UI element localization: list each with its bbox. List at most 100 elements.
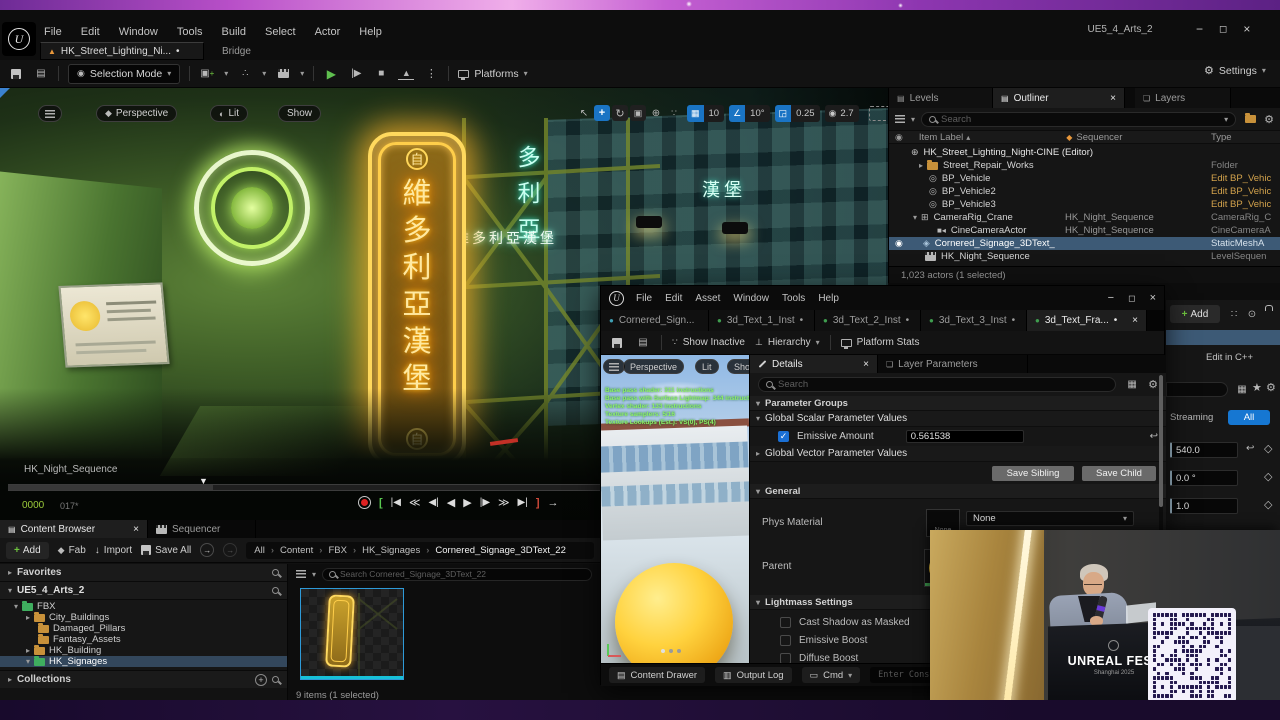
scale-field[interactable]: 1.0	[1170, 498, 1238, 514]
selected-component-row[interactable]	[1166, 330, 1280, 345]
chevron-down-icon[interactable]: ▾	[224, 69, 228, 78]
menu-file[interactable]: File	[44, 26, 62, 38]
settings-dropdown[interactable]: ⚙ Settings▾	[1204, 64, 1266, 77]
keyframe-diamond-icon[interactable]: ◇	[1264, 498, 1272, 511]
move-tool-icon[interactable]: +	[594, 105, 610, 121]
filter-icon[interactable]	[296, 570, 306, 578]
cinematics-icon[interactable]	[275, 66, 291, 82]
tree-item-hk-signages[interactable]: ▾HK_Signages	[0, 656, 287, 667]
tab-cornered-sign[interactable]: ● Cornered_Sign...	[601, 310, 709, 331]
gear-icon[interactable]: ⚙	[1264, 113, 1274, 126]
search-icon[interactable]	[272, 587, 279, 594]
save-icon[interactable]	[609, 335, 625, 351]
play-button[interactable]: ▶	[323, 66, 339, 82]
playhead[interactable]: ▼	[199, 476, 208, 486]
search-icon[interactable]	[272, 569, 279, 576]
section-global-vector[interactable]: ▸Global Vector Parameter Values	[750, 446, 1166, 462]
preview-options-menu[interactable]	[603, 359, 625, 374]
mat-titlebar[interactable]: U File Edit Asset Window Tools Help − ◻ …	[601, 286, 1164, 310]
outliner-row-selected[interactable]: ◉ ◈ Cornered_Signage_3DText_ StaticMeshA	[889, 237, 1280, 250]
preview-show-button[interactable]: Sho	[727, 359, 749, 374]
tree-item-damaged-pillars[interactable]: Damaged_Pillars	[0, 623, 287, 634]
prev-key-button[interactable]: ≪	[409, 496, 421, 509]
outliner-row-bp3[interactable]: ◎ BP_Vehicle3 Edit BP_Vehic	[889, 198, 1280, 211]
chevron-down-icon[interactable]: ▾	[262, 69, 266, 78]
cmd-dropdown[interactable]: ▭ Cmd▾	[802, 667, 861, 683]
cb-search-input[interactable]: Search Cornered_Signage_3DText_22	[322, 568, 592, 581]
tab-details[interactable]: Details ×	[750, 355, 878, 373]
outliner-header[interactable]: ◉ Item Label▴ ◆ Sequencer Type	[889, 130, 1280, 144]
menu-window[interactable]: Window	[733, 293, 769, 304]
record-button[interactable]	[358, 496, 371, 509]
next-key-button[interactable]: ≫	[498, 496, 510, 509]
platform-stats-button[interactable]: Platform Stats	[841, 337, 920, 348]
menu-tools[interactable]: Tools	[782, 293, 805, 304]
step-forward-button[interactable]: |▶	[480, 497, 490, 508]
level-tab[interactable]: ▲ HK_Street_Lighting_Ni...•	[40, 42, 204, 60]
grid-view-icon[interactable]: ▦	[1124, 377, 1140, 393]
outliner-row-sequence[interactable]: HK_Night_Sequence LevelSequen	[889, 250, 1280, 263]
outliner-row-bp1[interactable]: ◎ BP_Vehicle Edit BP_Vehic	[889, 172, 1280, 185]
menu-edit[interactable]: Edit	[81, 26, 100, 38]
outliner-row-folder[interactable]: ▸ Street_Repair_Works Folder	[889, 159, 1280, 172]
tab-sequencer[interactable]: Sequencer	[148, 520, 256, 538]
platforms-dropdown[interactable]: Platforms▾	[458, 68, 527, 80]
skip-button[interactable]: |▶	[348, 66, 364, 82]
menu-window[interactable]: Window	[119, 26, 158, 38]
checkbox[interactable]	[780, 617, 791, 628]
edit-in-cpp-link[interactable]: Edit in C++	[1206, 352, 1253, 363]
browse-icon[interactable]: ▤	[635, 335, 651, 351]
play-options-icon[interactable]: ⋮	[423, 66, 439, 82]
add-component-button[interactable]: +Add	[1170, 305, 1220, 323]
gear-icon[interactable]: ⚙	[1266, 381, 1276, 394]
nav-forward-button[interactable]: →	[223, 543, 237, 557]
menu-asset[interactable]: Asset	[695, 293, 720, 304]
bridge-tab[interactable]: Bridge	[214, 42, 259, 60]
scale-tool-icon[interactable]: ▣	[630, 105, 646, 121]
save-icon[interactable]	[8, 66, 24, 82]
mat-preview-viewport[interactable]: Perspective Lit Sho Base pass shader: 31…	[601, 355, 749, 663]
outliner-row-camerarig[interactable]: ▾ ⊞ CameraRig_Crane HK_Night_Sequence Ca…	[889, 211, 1280, 224]
save-child-button[interactable]: Save Child	[1082, 466, 1156, 481]
nav-back-button[interactable]: →	[200, 543, 214, 557]
breadcrumb[interactable]: All› Content› FBX› HK_Signages› Cornered…	[246, 542, 594, 559]
menu-help[interactable]: Help	[359, 26, 382, 38]
scale-snap-toggle[interactable]: ◲ 0.25	[775, 105, 820, 122]
output-log-button[interactable]: ▥ Output Log	[715, 667, 792, 683]
outliner-row-cinecamera[interactable]: ■◂ CineCameraActor HK_Night_Sequence Cin…	[889, 224, 1280, 237]
loop-end-icon[interactable]: ]	[536, 497, 540, 509]
filter-icon[interactable]	[895, 115, 905, 123]
favorites-row[interactable]: ▸Favorites	[0, 564, 287, 582]
cb-import-button[interactable]: ↓Import	[95, 545, 132, 556]
camera-speed-control[interactable]: ◉ 2.7	[825, 105, 859, 122]
tab-content-browser[interactable]: ▤ Content Browser ×	[0, 520, 148, 538]
reset-icon[interactable]: ↩	[1150, 431, 1158, 442]
phys-material-dropdown[interactable]: None▾	[966, 511, 1134, 526]
loop-start-icon[interactable]: [	[379, 497, 383, 509]
info-icon[interactable]: ⊙	[1244, 306, 1260, 322]
add-collection-icon[interactable]: +	[255, 674, 267, 686]
outliner-row-world[interactable]: ⊕ HK_Street_Lighting_Night-CINE (Editor)	[889, 146, 1280, 159]
blueprints-icon[interactable]: ∴	[237, 66, 253, 82]
tab-3d-text-3[interactable]: ● 3d_Text_3_Inst•	[921, 310, 1027, 331]
tab-3d-text-frame[interactable]: ● 3d_Text_Fra...• ×	[1027, 310, 1147, 331]
section-general[interactable]: ▾General	[750, 484, 1166, 499]
tree-item-city-buildings[interactable]: ▸City_Buildings	[0, 612, 287, 623]
tab-3d-text-1[interactable]: ● 3d_Text_1_Inst•	[709, 310, 815, 331]
tab-layers[interactable]: ❏Layers	[1135, 88, 1231, 108]
show-inactive-toggle[interactable]: ∵ Show Inactive	[672, 337, 745, 348]
preview-nav-dots[interactable]	[661, 649, 681, 653]
surface-snap-icon[interactable]: ∵	[666, 105, 682, 121]
emissive-amount-field[interactable]: 0.561538	[906, 430, 1024, 443]
minimize-icon[interactable]: −	[1108, 292, 1114, 304]
content-browser-icon[interactable]: ▤	[33, 66, 49, 82]
tree-item-fantasy-assets[interactable]: Fantasy_Assets	[0, 634, 287, 645]
checkbox[interactable]	[780, 635, 791, 646]
tree-item-fbx[interactable]: ▾FBX	[0, 601, 287, 612]
menu-edit[interactable]: Edit	[665, 293, 682, 304]
cb-save-all-button[interactable]: Save All	[141, 545, 191, 556]
asset-thumbnail-selected[interactable]	[300, 588, 404, 680]
menu-tools[interactable]: Tools	[177, 26, 203, 38]
eject-button[interactable]: ▲	[398, 68, 414, 80]
reset-icon[interactable]: ↩	[1246, 443, 1254, 454]
